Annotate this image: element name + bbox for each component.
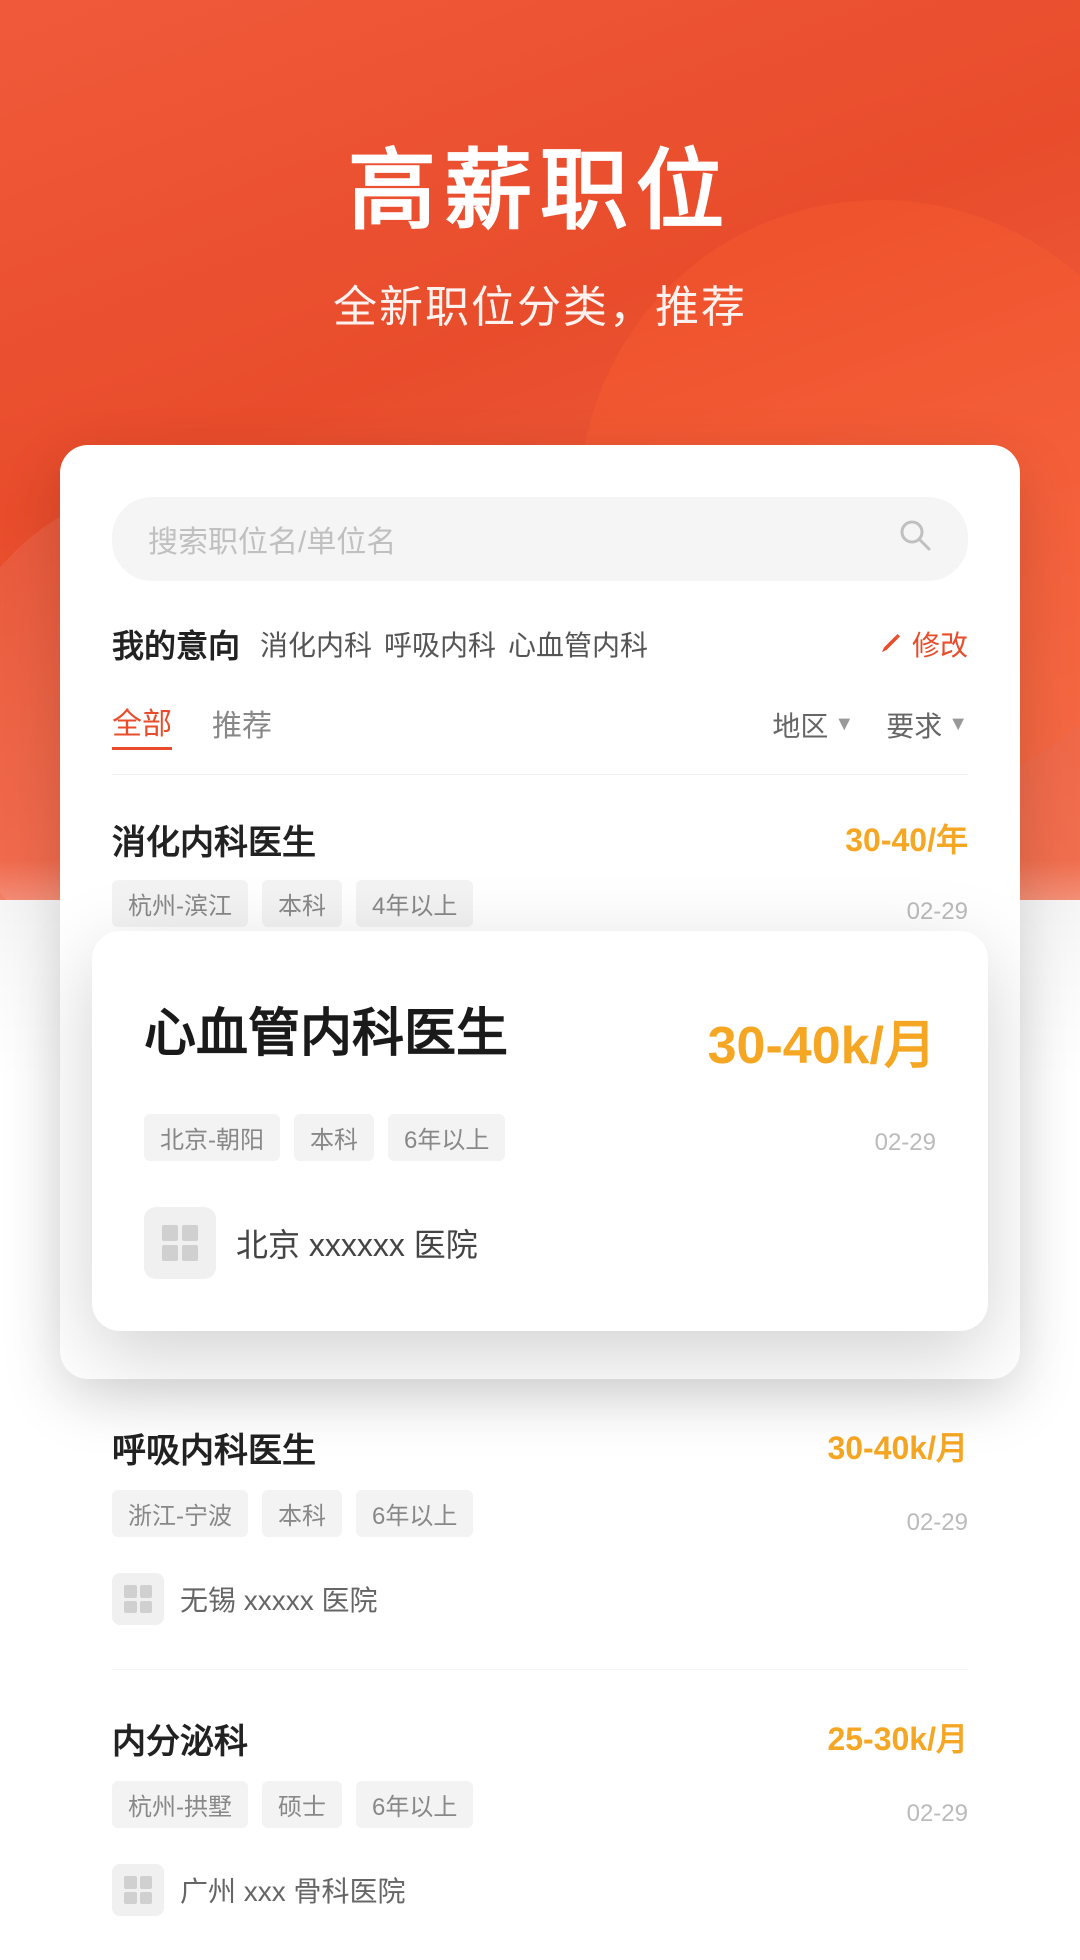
popup-job-title: 心血管内科医生 — [144, 991, 508, 1066]
job-list-header-0: 呼吸内科医生 30-40k/月 — [112, 1423, 968, 1472]
company-logo-small-1 — [112, 1864, 164, 1916]
job-list-title-1: 内分泌科 — [112, 1714, 248, 1763]
filter-region-button[interactable]: 地区 ▼ — [772, 705, 854, 745]
popup-company-name: 北京 xxxxxx 医院 — [236, 1220, 478, 1266]
intent-tag-2: 心血管内科 — [508, 624, 648, 664]
top-job-title: 消化内科医生 — [112, 815, 316, 864]
search-placeholder: 搜索职位名/单位名 — [148, 517, 898, 561]
job-list-company-1: 广州 xxx 骨科医院 — [112, 1864, 968, 1916]
main-card-container: 搜索职位名/单位名 我的意向 消化内科 呼吸内科 心血管内科 — [60, 445, 1020, 1379]
intent-tag-1: 呼吸内科 — [384, 624, 496, 664]
job-list-tags-1: 杭州-拱墅 硕士 6年以上 — [112, 1781, 473, 1828]
job-list-tags-0: 浙江-宁波 本科 6年以上 — [112, 1490, 473, 1537]
job-list-tag-0-2: 6年以上 — [356, 1490, 473, 1537]
edit-label: 修改 — [912, 624, 968, 664]
top-job-tag-1: 本科 — [262, 880, 342, 927]
edit-icon — [878, 630, 906, 658]
tab-recommended[interactable]: 推荐 — [212, 701, 272, 749]
job-list-date-1: 02-29 — [907, 1800, 968, 1828]
filter-row: 全部 推荐 地区 ▼ 要求 ▼ — [112, 699, 968, 775]
popup-job-tags: 北京-朝阳 本科 6年以上 — [144, 1114, 505, 1161]
list-item[interactable]: 呼吸内科医生 30-40k/月 浙江-宁波 本科 6年以上 02-29 — [112, 1379, 968, 1670]
top-job-tag-0: 杭州-滨江 — [112, 880, 248, 927]
job-list-header-1: 内分泌科 25-30k/月 — [112, 1714, 968, 1763]
search-bar[interactable]: 搜索职位名/单位名 — [112, 497, 968, 581]
popup-tag-0: 北京-朝阳 — [144, 1114, 280, 1161]
filter-requirement-label: 要求 — [886, 705, 942, 745]
company-logo-small-0 — [112, 1573, 164, 1625]
job-list-salary-0: 30-40k/月 — [827, 1423, 968, 1469]
job-list-tag-0-1: 本科 — [262, 1490, 342, 1537]
job-list-company-0: 无锡 xxxxx 医院 — [112, 1573, 968, 1625]
popup-tag-2: 6年以上 — [388, 1114, 505, 1161]
chevron-down-icon-2: ▼ — [948, 713, 968, 736]
job-list-tag-1-1: 硕士 — [262, 1781, 342, 1828]
job-list-tag-0-0: 浙江-宁波 — [112, 1490, 248, 1537]
popup-job-salary: 30-40k/月 — [708, 1003, 936, 1078]
intent-label: 我的意向 — [112, 621, 240, 667]
top-job-date: 02-29 — [907, 898, 968, 926]
top-job-tag-2: 4年以上 — [356, 880, 473, 927]
job-list-date-0: 02-29 — [907, 1509, 968, 1537]
intent-row: 我的意向 消化内科 呼吸内科 心血管内科 修改 — [112, 621, 968, 667]
job-list-company-name-0: 无锡 xxxxx 医院 — [180, 1579, 378, 1619]
job-list-company-name-1: 广州 xxx 骨科医院 — [180, 1870, 406, 1910]
popup-tag-1: 本科 — [294, 1114, 374, 1161]
job-list-salary-1: 25-30k/月 — [827, 1714, 968, 1760]
hero-subtitle: 全新职位分类，推荐 — [60, 271, 1020, 335]
filter-right: 地区 ▼ 要求 ▼ — [772, 705, 968, 745]
top-card: 搜索职位名/单位名 我的意向 消化内科 呼吸内科 心血管内科 — [60, 445, 1020, 1379]
popup-header: 心血管内科医生 30-40k/月 — [144, 991, 936, 1090]
hero-section: 高薪职位 全新职位分类，推荐 — [0, 0, 1080, 395]
job-list-tag-1-0: 杭州-拱墅 — [112, 1781, 248, 1828]
intent-edit-button[interactable]: 修改 — [878, 624, 968, 664]
popup-company: 北京 xxxxxx 医院 — [144, 1207, 936, 1279]
list-item[interactable]: 内分泌科 25-30k/月 杭州-拱墅 硕士 6年以上 02-29 — [112, 1670, 968, 1960]
intent-tag-0: 消化内科 — [260, 624, 372, 664]
page-wrapper: 高薪职位 全新职位分类，推荐 搜索职位名/单位名 我 — [0, 0, 1080, 1960]
tab-all[interactable]: 全部 — [112, 699, 172, 750]
company-logo — [144, 1207, 216, 1279]
filter-requirement-button[interactable]: 要求 ▼ — [886, 705, 968, 745]
hero-title: 高薪职位 — [60, 120, 1020, 247]
filter-region-label: 地区 — [772, 705, 828, 745]
top-job-item[interactable]: 消化内科医生 30-40/年 杭州-滨江 本科 4年以上 02-29 — [112, 815, 968, 943]
job-list-tag-1-2: 6年以上 — [356, 1781, 473, 1828]
popup-job-date: 02-29 — [875, 1129, 936, 1157]
job-list-title-0: 呼吸内科医生 — [112, 1423, 316, 1472]
popup-job-card[interactable]: 心血管内科医生 30-40k/月 北京-朝阳 本科 6年以上 02-29 — [92, 931, 988, 1331]
top-job-salary: 30-40/年 — [845, 815, 968, 861]
chevron-down-icon: ▼ — [834, 713, 854, 736]
top-job-tags: 杭州-滨江 本科 4年以上 — [112, 880, 473, 927]
job-list-section: 呼吸内科医生 30-40k/月 浙江-宁波 本科 6年以上 02-29 — [60, 1379, 1020, 1960]
search-icon[interactable] — [898, 518, 932, 561]
